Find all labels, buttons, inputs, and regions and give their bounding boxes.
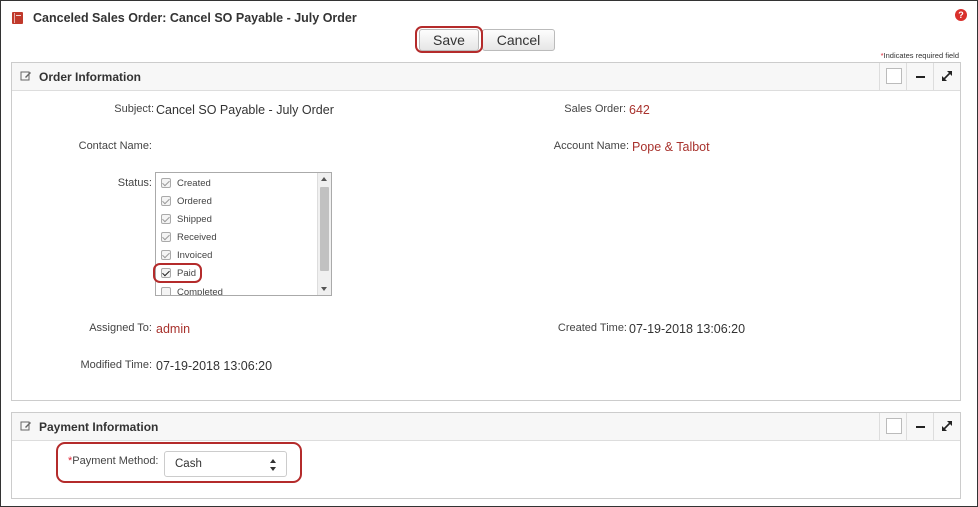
status-checkbox[interactable]: [161, 214, 171, 224]
status-checkbox[interactable]: [161, 250, 171, 260]
scroll-thumb[interactable]: [320, 187, 329, 271]
minimize-icon[interactable]: [906, 413, 933, 440]
payment-method-label: *Payment Method:: [68, 455, 159, 467]
book-icon: [12, 12, 23, 24]
payment-method-value: Cash: [175, 458, 202, 470]
save-button[interactable]: Save: [419, 29, 479, 51]
panel-checkbox[interactable]: [879, 63, 906, 90]
payment-information-panel: Payment Information *Payment Method: Cas…: [11, 412, 961, 499]
expand-icon[interactable]: [933, 63, 960, 90]
modified-time-label: Modified Time:: [80, 359, 152, 371]
scroll-down-icon[interactable]: [321, 287, 327, 291]
status-item-received[interactable]: Received: [161, 229, 217, 245]
order-information-panel: Order Information Subject: Cancel SO Pay…: [11, 62, 961, 401]
status-checkbox[interactable]: [161, 178, 171, 188]
window-frame: Canceled Sales Order: Cancel SO Payable …: [0, 0, 978, 507]
status-item-ordered[interactable]: Ordered: [161, 193, 212, 209]
status-checkbox[interactable]: [161, 287, 171, 295]
expand-icon[interactable]: [933, 413, 960, 440]
subject-value: Cancel SO Payable - July Order: [156, 103, 334, 117]
status-item-completed[interactable]: Completed: [161, 284, 223, 295]
status-item-created[interactable]: Created: [161, 175, 211, 191]
status-listbox[interactable]: Created Ordered Shipped Received Invoice…: [155, 172, 332, 296]
account-name-label: Account Name:: [553, 140, 629, 152]
status-item-shipped[interactable]: Shipped: [161, 211, 212, 227]
modified-time-value: 07-19-2018 13:06:20: [156, 359, 273, 373]
status-label: Status:: [117, 177, 152, 189]
edit-icon: [20, 71, 31, 81]
created-time-label: Created Time:: [557, 322, 627, 334]
created-time-value: 07-19-2018 13:06:20: [629, 322, 746, 336]
status-item-paid[interactable]: Paid: [161, 265, 196, 281]
contact-name-label: Contact Name:: [78, 140, 152, 152]
order-panel-header: Order Information: [12, 63, 960, 91]
payment-method-select[interactable]: Cash: [164, 451, 287, 477]
scroll-up-icon[interactable]: [321, 177, 327, 181]
payment-panel-header: Payment Information: [12, 413, 960, 441]
sales-order-link[interactable]: 642: [629, 103, 650, 117]
select-arrows-icon: [270, 459, 277, 471]
panel-checkbox[interactable]: [879, 413, 906, 440]
edit-icon: [20, 421, 31, 431]
status-item-invoiced[interactable]: Invoiced: [161, 247, 212, 263]
subject-label: Subject:: [114, 103, 154, 115]
assigned-to-link[interactable]: admin: [156, 322, 190, 336]
account-name-link[interactable]: Pope & Talbot: [632, 140, 710, 154]
status-checkbox[interactable]: [161, 268, 171, 278]
page-title: Canceled Sales Order: Cancel SO Payable …: [33, 11, 357, 25]
status-checkbox[interactable]: [161, 232, 171, 242]
status-checkbox[interactable]: [161, 196, 171, 206]
required-note: *Indicates required field: [881, 51, 959, 60]
help-icon[interactable]: ?: [955, 9, 967, 21]
minimize-icon[interactable]: [906, 63, 933, 90]
order-panel-title: Order Information: [39, 70, 142, 84]
required-note-text: Indicates required field: [883, 51, 959, 60]
payment-panel-title: Payment Information: [39, 420, 159, 434]
title-bar: Canceled Sales Order: Cancel SO Payable …: [11, 9, 357, 27]
status-scrollbar[interactable]: [317, 173, 331, 295]
cancel-button[interactable]: Cancel: [482, 29, 555, 51]
sales-order-label: Sales Order:: [564, 103, 626, 115]
assigned-to-label: Assigned To:: [89, 322, 152, 334]
